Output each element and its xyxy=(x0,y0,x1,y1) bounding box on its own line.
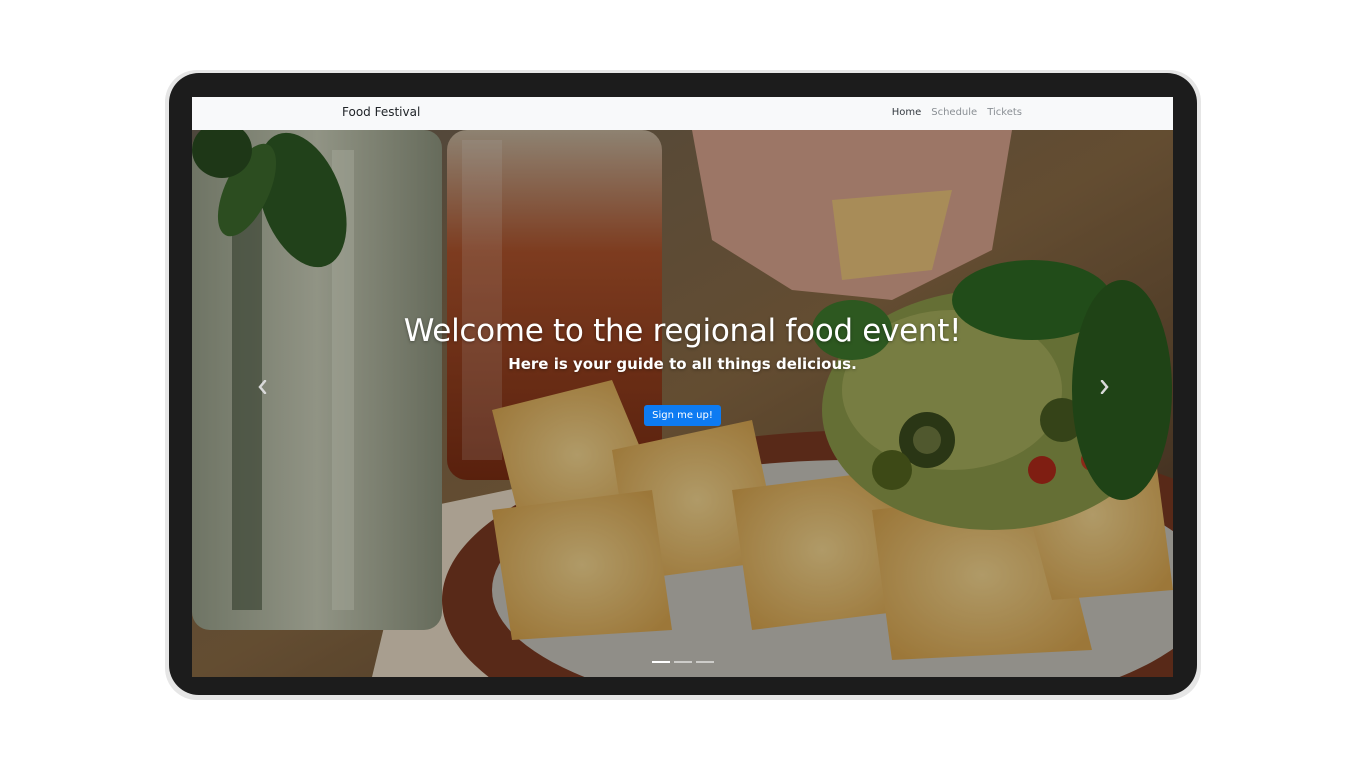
nav-link-home[interactable]: Home xyxy=(892,107,922,118)
carousel-indicator-2[interactable] xyxy=(674,661,692,663)
hero-subheading: Here is your guide to all things delicio… xyxy=(508,355,857,373)
carousel-prev-button[interactable] xyxy=(248,372,278,402)
hero-carousel: Welcome to the regional food event! Here… xyxy=(192,130,1173,677)
sign-up-button[interactable]: Sign me up! xyxy=(644,405,721,426)
carousel-indicators xyxy=(652,661,714,663)
chevron-right-icon xyxy=(1100,380,1109,394)
navbar-brand[interactable]: Food Festival xyxy=(342,105,420,119)
hero-caption: Welcome to the regional food event! Here… xyxy=(192,313,1173,426)
hero-heading: Welcome to the regional food event! xyxy=(403,313,962,349)
browser-screen: Food Festival Home Schedule Tickets Welc… xyxy=(192,97,1173,677)
nav-link-schedule[interactable]: Schedule xyxy=(931,107,977,118)
carousel-indicator-1[interactable] xyxy=(652,661,670,663)
carousel-indicator-3[interactable] xyxy=(696,661,714,663)
carousel-next-button[interactable] xyxy=(1089,372,1119,402)
navbar: Food Festival Home Schedule Tickets xyxy=(192,97,1173,130)
nav-link-tickets[interactable]: Tickets xyxy=(987,107,1022,118)
nav-links: Home Schedule Tickets xyxy=(892,107,1022,118)
chevron-left-icon xyxy=(258,380,267,394)
